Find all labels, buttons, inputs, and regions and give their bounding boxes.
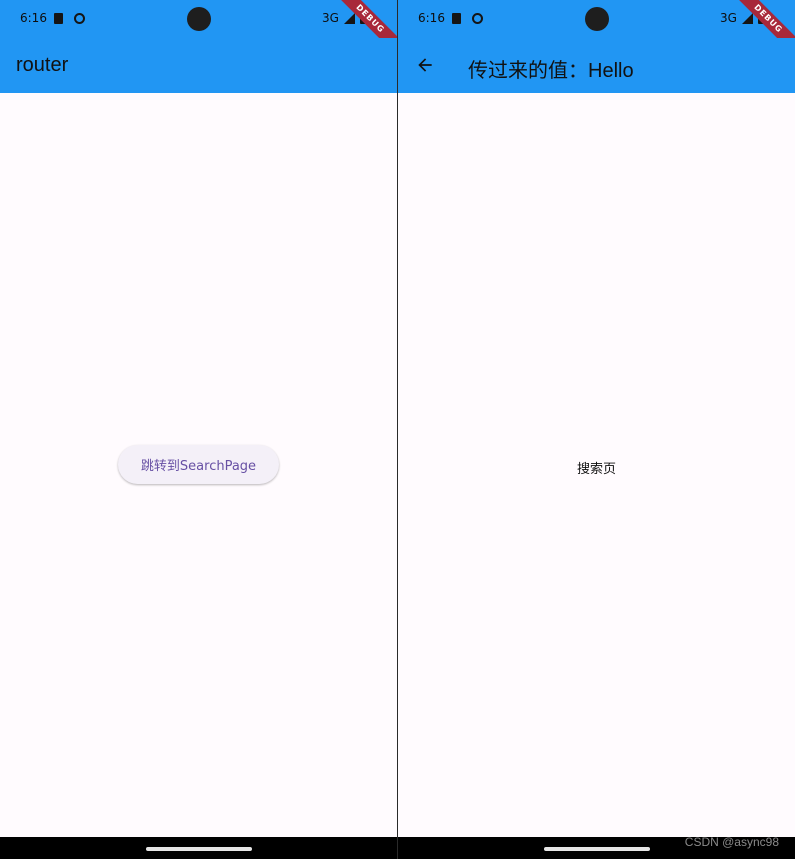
home-gesture-handle[interactable]	[145, 847, 252, 851]
app-bar: 传过来的值：Hello	[398, 38, 795, 93]
status-network: 3G	[720, 11, 737, 25]
status-network: 3G	[322, 11, 339, 25]
signal-icon	[344, 13, 355, 24]
go-to-search-page-button[interactable]: 跳转到SearchPage	[118, 445, 279, 484]
phone-screen-router: 6:16 3G DEBUG router 跳转到SearchPage	[0, 0, 397, 859]
status-time: 6:16	[20, 11, 47, 25]
face-icon	[74, 13, 85, 24]
phone-screen-search: 6:16 3G DEBUG 传过来的值：Hello 搜索页 CSDN @asyn…	[398, 0, 795, 859]
sd-card-icon	[54, 13, 63, 24]
camera-cutout	[585, 7, 609, 31]
status-bar: 6:16 3G DEBUG	[0, 0, 397, 63]
screenshot-stage: 6:16 3G DEBUG router 跳转到SearchPage 6:16 …	[0, 0, 795, 859]
signal-icon	[742, 13, 753, 24]
status-bar: 6:16 3G DEBUG	[398, 0, 795, 63]
navigation-bar	[0, 837, 397, 859]
sd-card-icon	[452, 13, 461, 24]
watermark: CSDN @async98	[684, 835, 779, 849]
back-button[interactable]	[410, 50, 440, 80]
arrow-left-icon	[418, 58, 432, 72]
page-title: 传过来的值：Hello	[468, 60, 634, 82]
home-gesture-handle[interactable]	[543, 847, 650, 851]
face-icon	[472, 13, 483, 24]
search-page-label: 搜索页	[576, 462, 616, 477]
camera-cutout	[187, 7, 211, 31]
status-time: 6:16	[418, 11, 445, 25]
page-title: router	[16, 54, 69, 76]
app-bar: router	[0, 38, 397, 93]
